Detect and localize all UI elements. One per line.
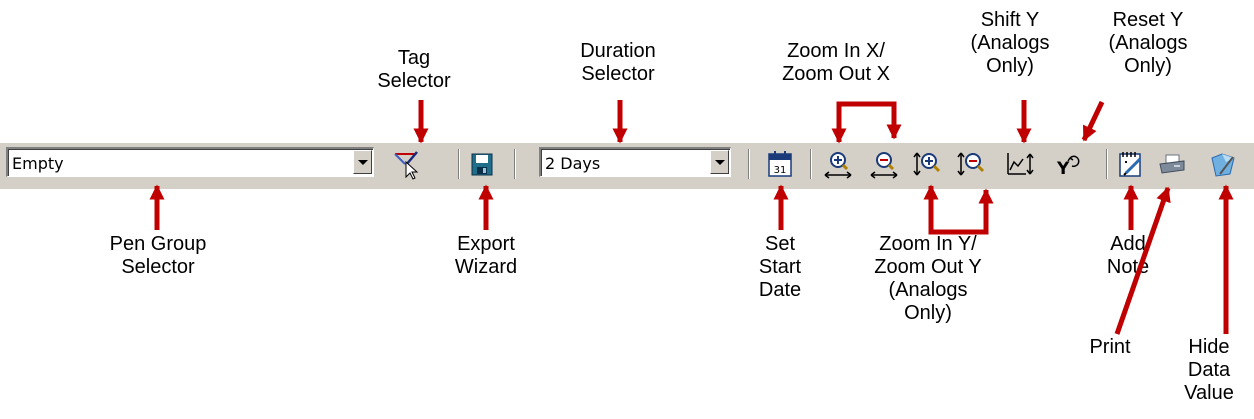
callout-arrows: [149, 100, 1234, 335]
arrow-print: [1114, 186, 1171, 335]
arrow-zoom-y: [928, 188, 994, 235]
arrow-reset-y: [1081, 100, 1105, 142]
arrow-zoom-x: [836, 101, 902, 140]
